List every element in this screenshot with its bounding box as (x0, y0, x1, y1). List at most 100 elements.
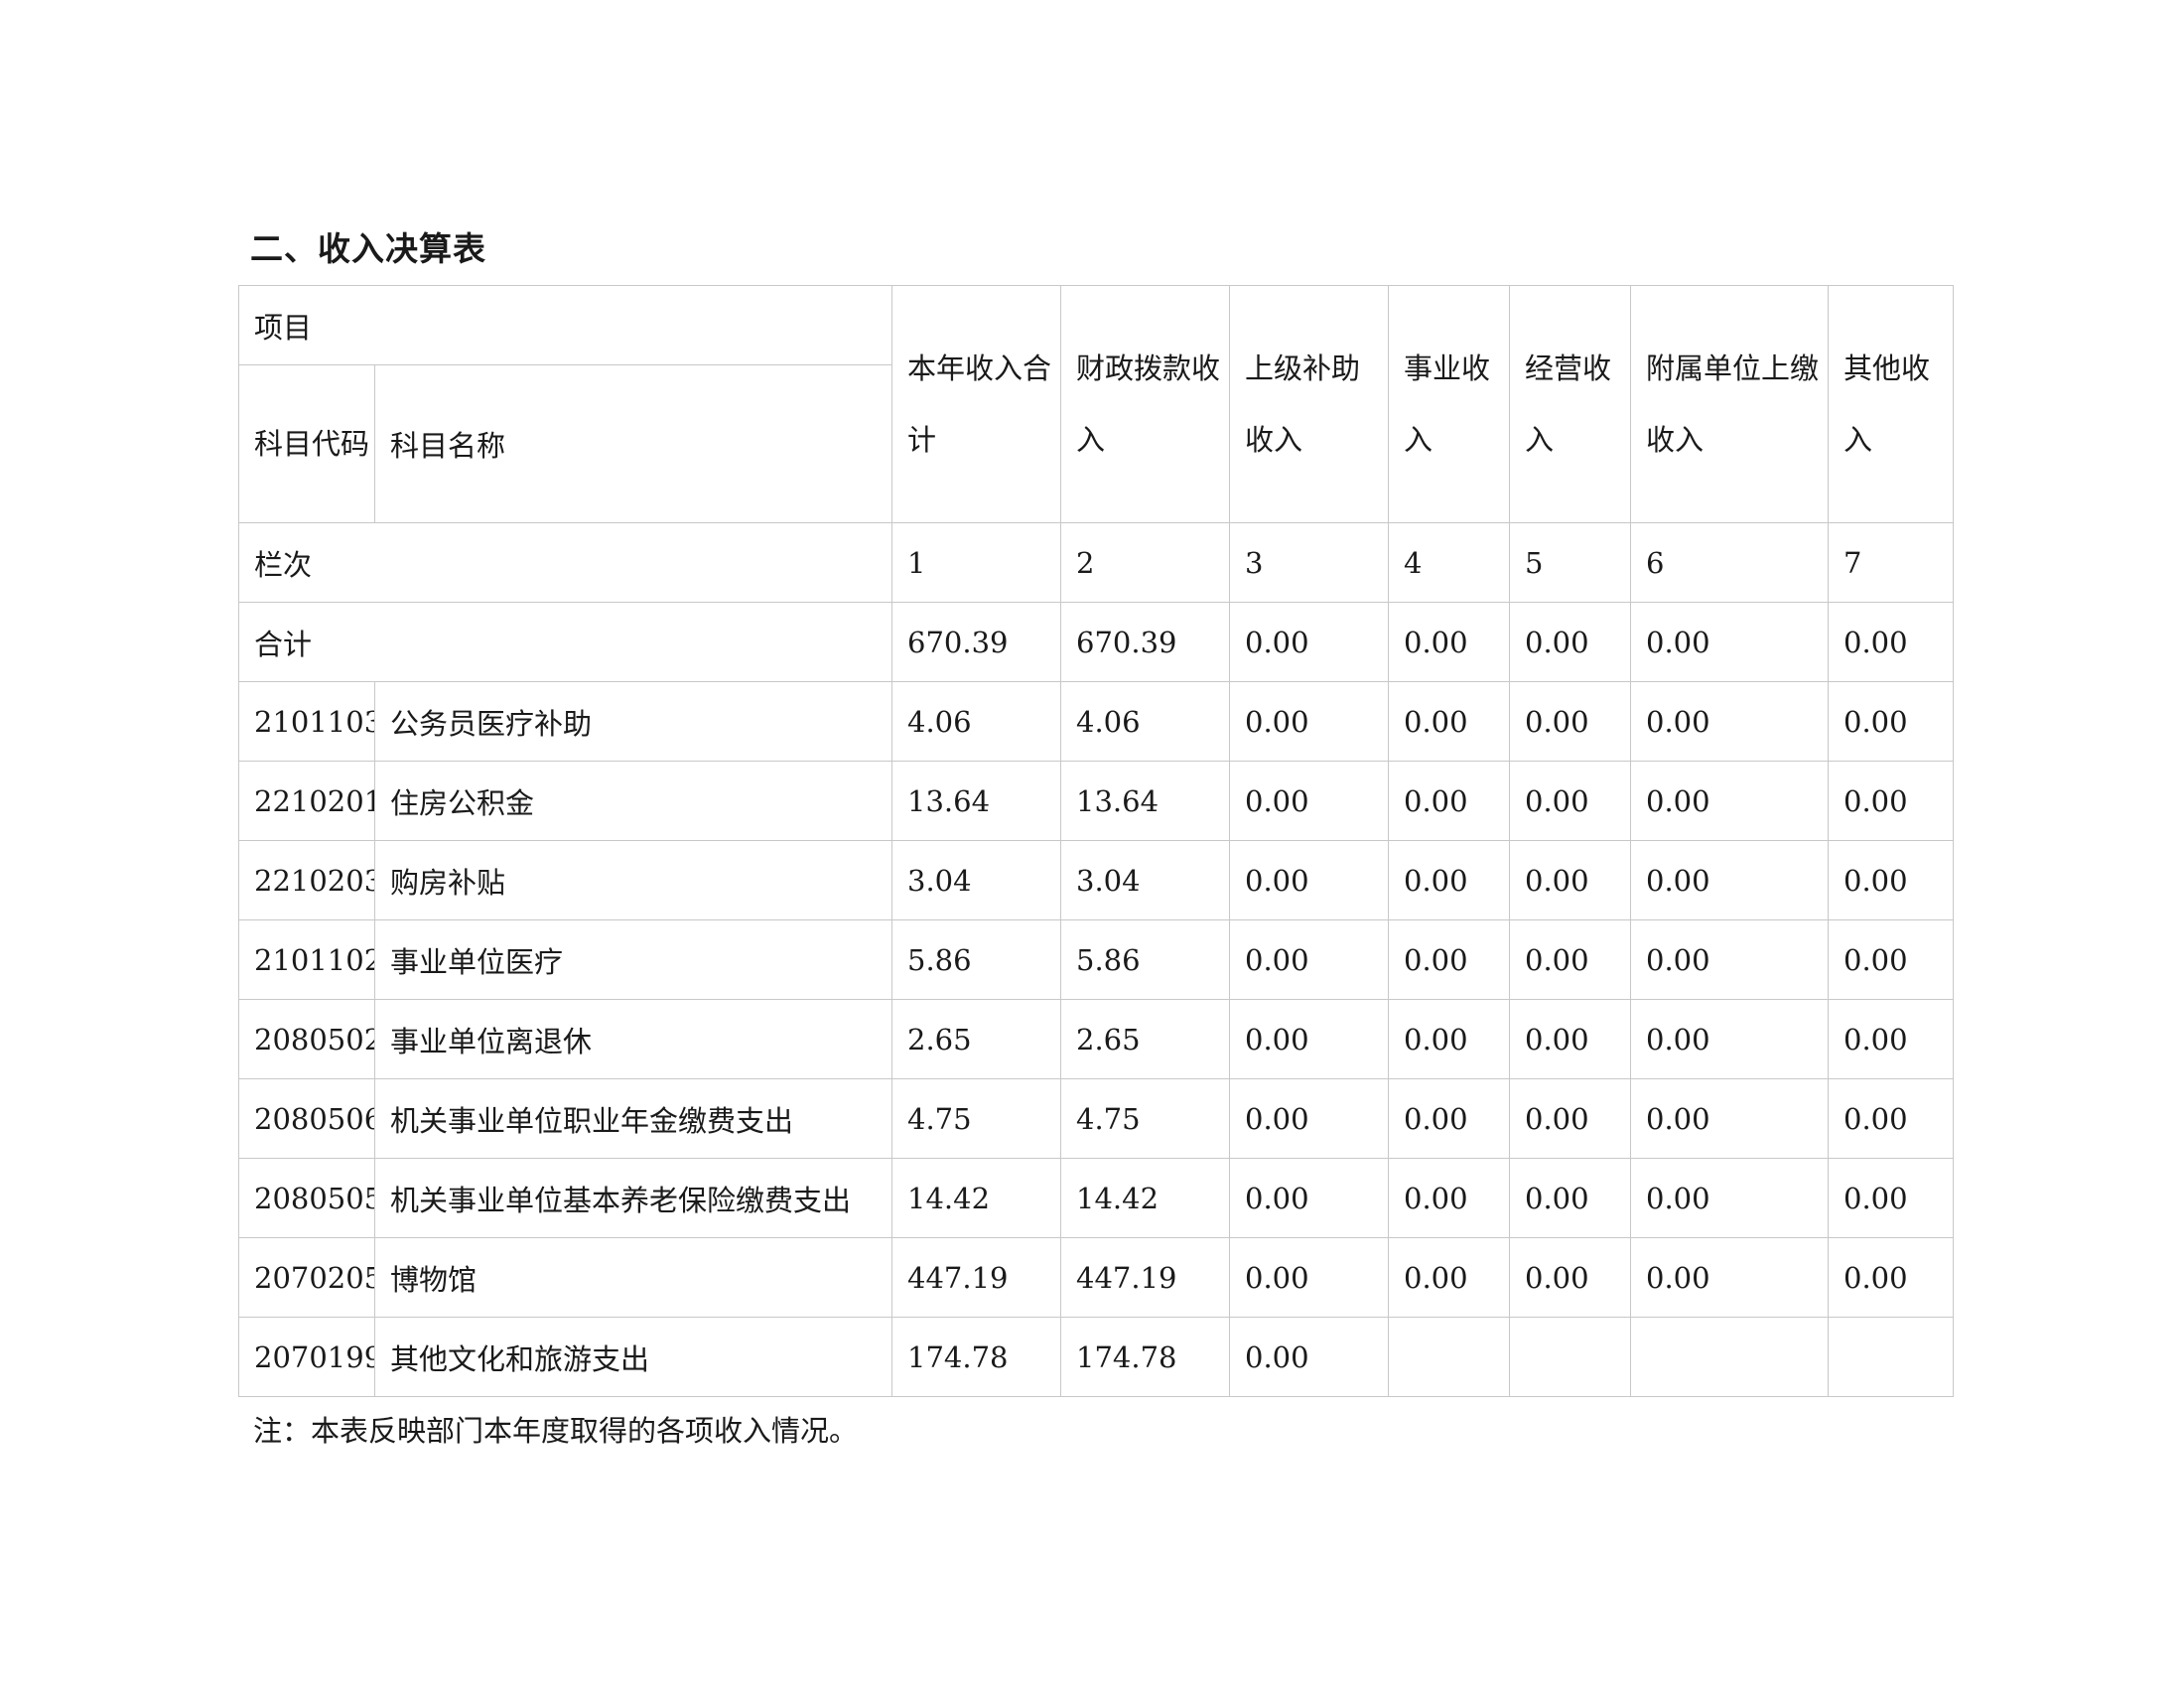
subject-name-cell: 机关事业单位基本养老保险缴费支出 (373, 1158, 893, 1238)
amount-cell: 13.64 (1060, 761, 1231, 841)
amount-cell: 4.06 (891, 681, 1062, 762)
amount-cell: 0.00 (1828, 1078, 1955, 1159)
subject-name-cell: 机关事业单位职业年金缴费支出 (373, 1078, 893, 1159)
column-index-row: 栏次 1 2 3 4 5 6 7 (237, 522, 1955, 603)
amount-cell (1630, 1317, 1830, 1397)
total-value: 0.00 (1509, 602, 1632, 682)
table-row: 2101103 公务员医疗补助 4.06 4.06 0.00 0.00 0.00 0.00 0.… (238, 681, 1955, 762)
amount-cell: 0.00 (1509, 840, 1632, 920)
amount-cell: 0.00 (1828, 681, 1955, 762)
table-row: 2070199 其他文化和旅游支出 174.78 174.78 0.00 (238, 1317, 1955, 1397)
amount-cell: 0.00 (1828, 1237, 1955, 1318)
amount-cell: 0.00 (1509, 999, 1632, 1079)
table-row: 2070205 博物馆 447.19 447.19 0.00 0.00 0.00 0.00 0.… (238, 1237, 1955, 1318)
total-value: 0.00 (1630, 602, 1830, 682)
amount-cell: 447.19 (1060, 1237, 1231, 1318)
header-row-top: 项目 本年收入合计 财政拨款收入 上级补助收入 事业收入 经营收入 附属单位上缴… (237, 285, 1955, 523)
amount-cell: 0.00 (1388, 1237, 1511, 1318)
table-row: 2080502 事业单位离退休 2.65 2.65 0.00 0.00 0.00 0.00 0.… (238, 999, 1955, 1079)
amount-cell: 0.00 (1388, 919, 1511, 1000)
subject-code-cell: 2080506 (238, 1078, 375, 1159)
total-row: 合计 670.39 670.39 0.00 0.00 0.00 0.00 0.0… (237, 602, 1955, 682)
amount-cell: 174.78 (1060, 1317, 1231, 1397)
subject-name-cell: 购房补贴 (373, 840, 893, 920)
amount-cell (1509, 1317, 1632, 1397)
data-rows: 2101103 公务员医疗补助 4.06 4.06 0.00 0.00 0.00 0.00 0.… (238, 681, 1955, 1397)
amount-cell: 0.00 (1388, 840, 1511, 920)
amount-cell: 0.00 (1509, 1237, 1632, 1318)
subject-name-cell: 事业单位离退休 (373, 999, 893, 1079)
header-item: 项目 (237, 285, 893, 365)
amount-cell: 0.00 (1229, 840, 1390, 920)
amount-cell: 0.00 (1630, 1237, 1830, 1318)
subject-name-cell: 公务员医疗补助 (373, 681, 893, 762)
header-col-5: 经营收入 (1509, 285, 1632, 523)
amount-cell: 0.00 (1229, 1317, 1390, 1397)
amount-cell: 0.00 (1509, 681, 1632, 762)
amount-cell: 0.00 (1630, 1078, 1830, 1159)
amount-cell: 5.86 (891, 919, 1062, 1000)
income-table: 项目 本年收入合计 财政拨款收入 上级补助收入 事业收入 经营收入 附属单位上缴… (237, 285, 1955, 1397)
amount-cell: 3.04 (1060, 840, 1231, 920)
subject-name-cell: 其他文化和旅游支出 (373, 1317, 893, 1397)
subject-code-cell: 2080505 (238, 1158, 375, 1238)
amount-cell (1828, 1317, 1955, 1397)
amount-cell: 174.78 (891, 1317, 1062, 1397)
amount-cell: 0.00 (1828, 999, 1955, 1079)
amount-cell (1388, 1317, 1511, 1397)
amount-cell: 0.00 (1229, 1158, 1390, 1238)
amount-cell: 14.42 (891, 1158, 1062, 1238)
amount-cell: 0.00 (1388, 1078, 1511, 1159)
amount-cell: 0.00 (1630, 681, 1830, 762)
amount-cell: 4.75 (891, 1078, 1062, 1159)
amount-cell: 0.00 (1828, 1158, 1955, 1238)
subject-code-cell: 2210201 (238, 761, 375, 841)
subject-code-cell: 2070199 (238, 1317, 375, 1397)
amount-cell: 4.75 (1060, 1078, 1231, 1159)
column-index-value: 4 (1388, 522, 1511, 603)
total-value: 0.00 (1388, 602, 1511, 682)
amount-cell: 3.04 (891, 840, 1062, 920)
header-subject-code: 科目代码 (238, 364, 375, 523)
header-col-3: 上级补助收入 (1229, 285, 1390, 523)
amount-cell: 4.06 (1060, 681, 1231, 762)
amount-cell: 0.00 (1509, 1158, 1632, 1238)
total-value: 670.39 (891, 602, 1062, 682)
header-col-6: 附属单位上缴收入 (1630, 285, 1830, 523)
amount-cell: 0.00 (1229, 681, 1390, 762)
amount-cell: 0.00 (1229, 1078, 1390, 1159)
amount-cell: 0.00 (1388, 761, 1511, 841)
table-row: 2080505 机关事业单位基本养老保险缴费支出 14.42 14.42 0.00 0.0… (238, 1158, 1955, 1238)
column-index-value: 3 (1229, 522, 1390, 603)
amount-cell: 0.00 (1828, 919, 1955, 1000)
amount-cell: 14.42 (1060, 1158, 1231, 1238)
column-index-value: 2 (1060, 522, 1231, 603)
amount-cell: 0.00 (1630, 919, 1830, 1000)
amount-cell: 0.00 (1229, 999, 1390, 1079)
header-subject-name: 科目名称 (373, 364, 893, 523)
header-col-2: 财政拨款收入 (1060, 285, 1231, 523)
column-index-value: 7 (1828, 522, 1955, 603)
column-index-value: 5 (1509, 522, 1632, 603)
amount-cell: 0.00 (1509, 1078, 1632, 1159)
amount-cell: 5.86 (1060, 919, 1231, 1000)
amount-cell: 0.00 (1630, 999, 1830, 1079)
total-value: 670.39 (1060, 602, 1231, 682)
amount-cell: 0.00 (1388, 1158, 1511, 1238)
amount-cell: 0.00 (1509, 919, 1632, 1000)
header-col-1: 本年收入合计 (891, 285, 1062, 523)
total-value: 0.00 (1229, 602, 1390, 682)
subject-name-cell: 住房公积金 (373, 761, 893, 841)
amount-cell: 0.00 (1828, 761, 1955, 841)
amount-cell: 2.65 (1060, 999, 1231, 1079)
amount-cell: 0.00 (1828, 840, 1955, 920)
subject-code-cell: 2210203 (238, 840, 375, 920)
amount-cell: 0.00 (1630, 761, 1830, 841)
amount-cell: 0.00 (1229, 1237, 1390, 1318)
amount-cell: 0.00 (1388, 999, 1511, 1079)
section-title: 二、收入决算表 (250, 229, 486, 268)
amount-cell: 0.00 (1388, 681, 1511, 762)
subject-name-cell: 事业单位医疗 (373, 919, 893, 1000)
amount-cell: 0.00 (1229, 761, 1390, 841)
header-col-7: 其他收入 (1828, 285, 1955, 523)
